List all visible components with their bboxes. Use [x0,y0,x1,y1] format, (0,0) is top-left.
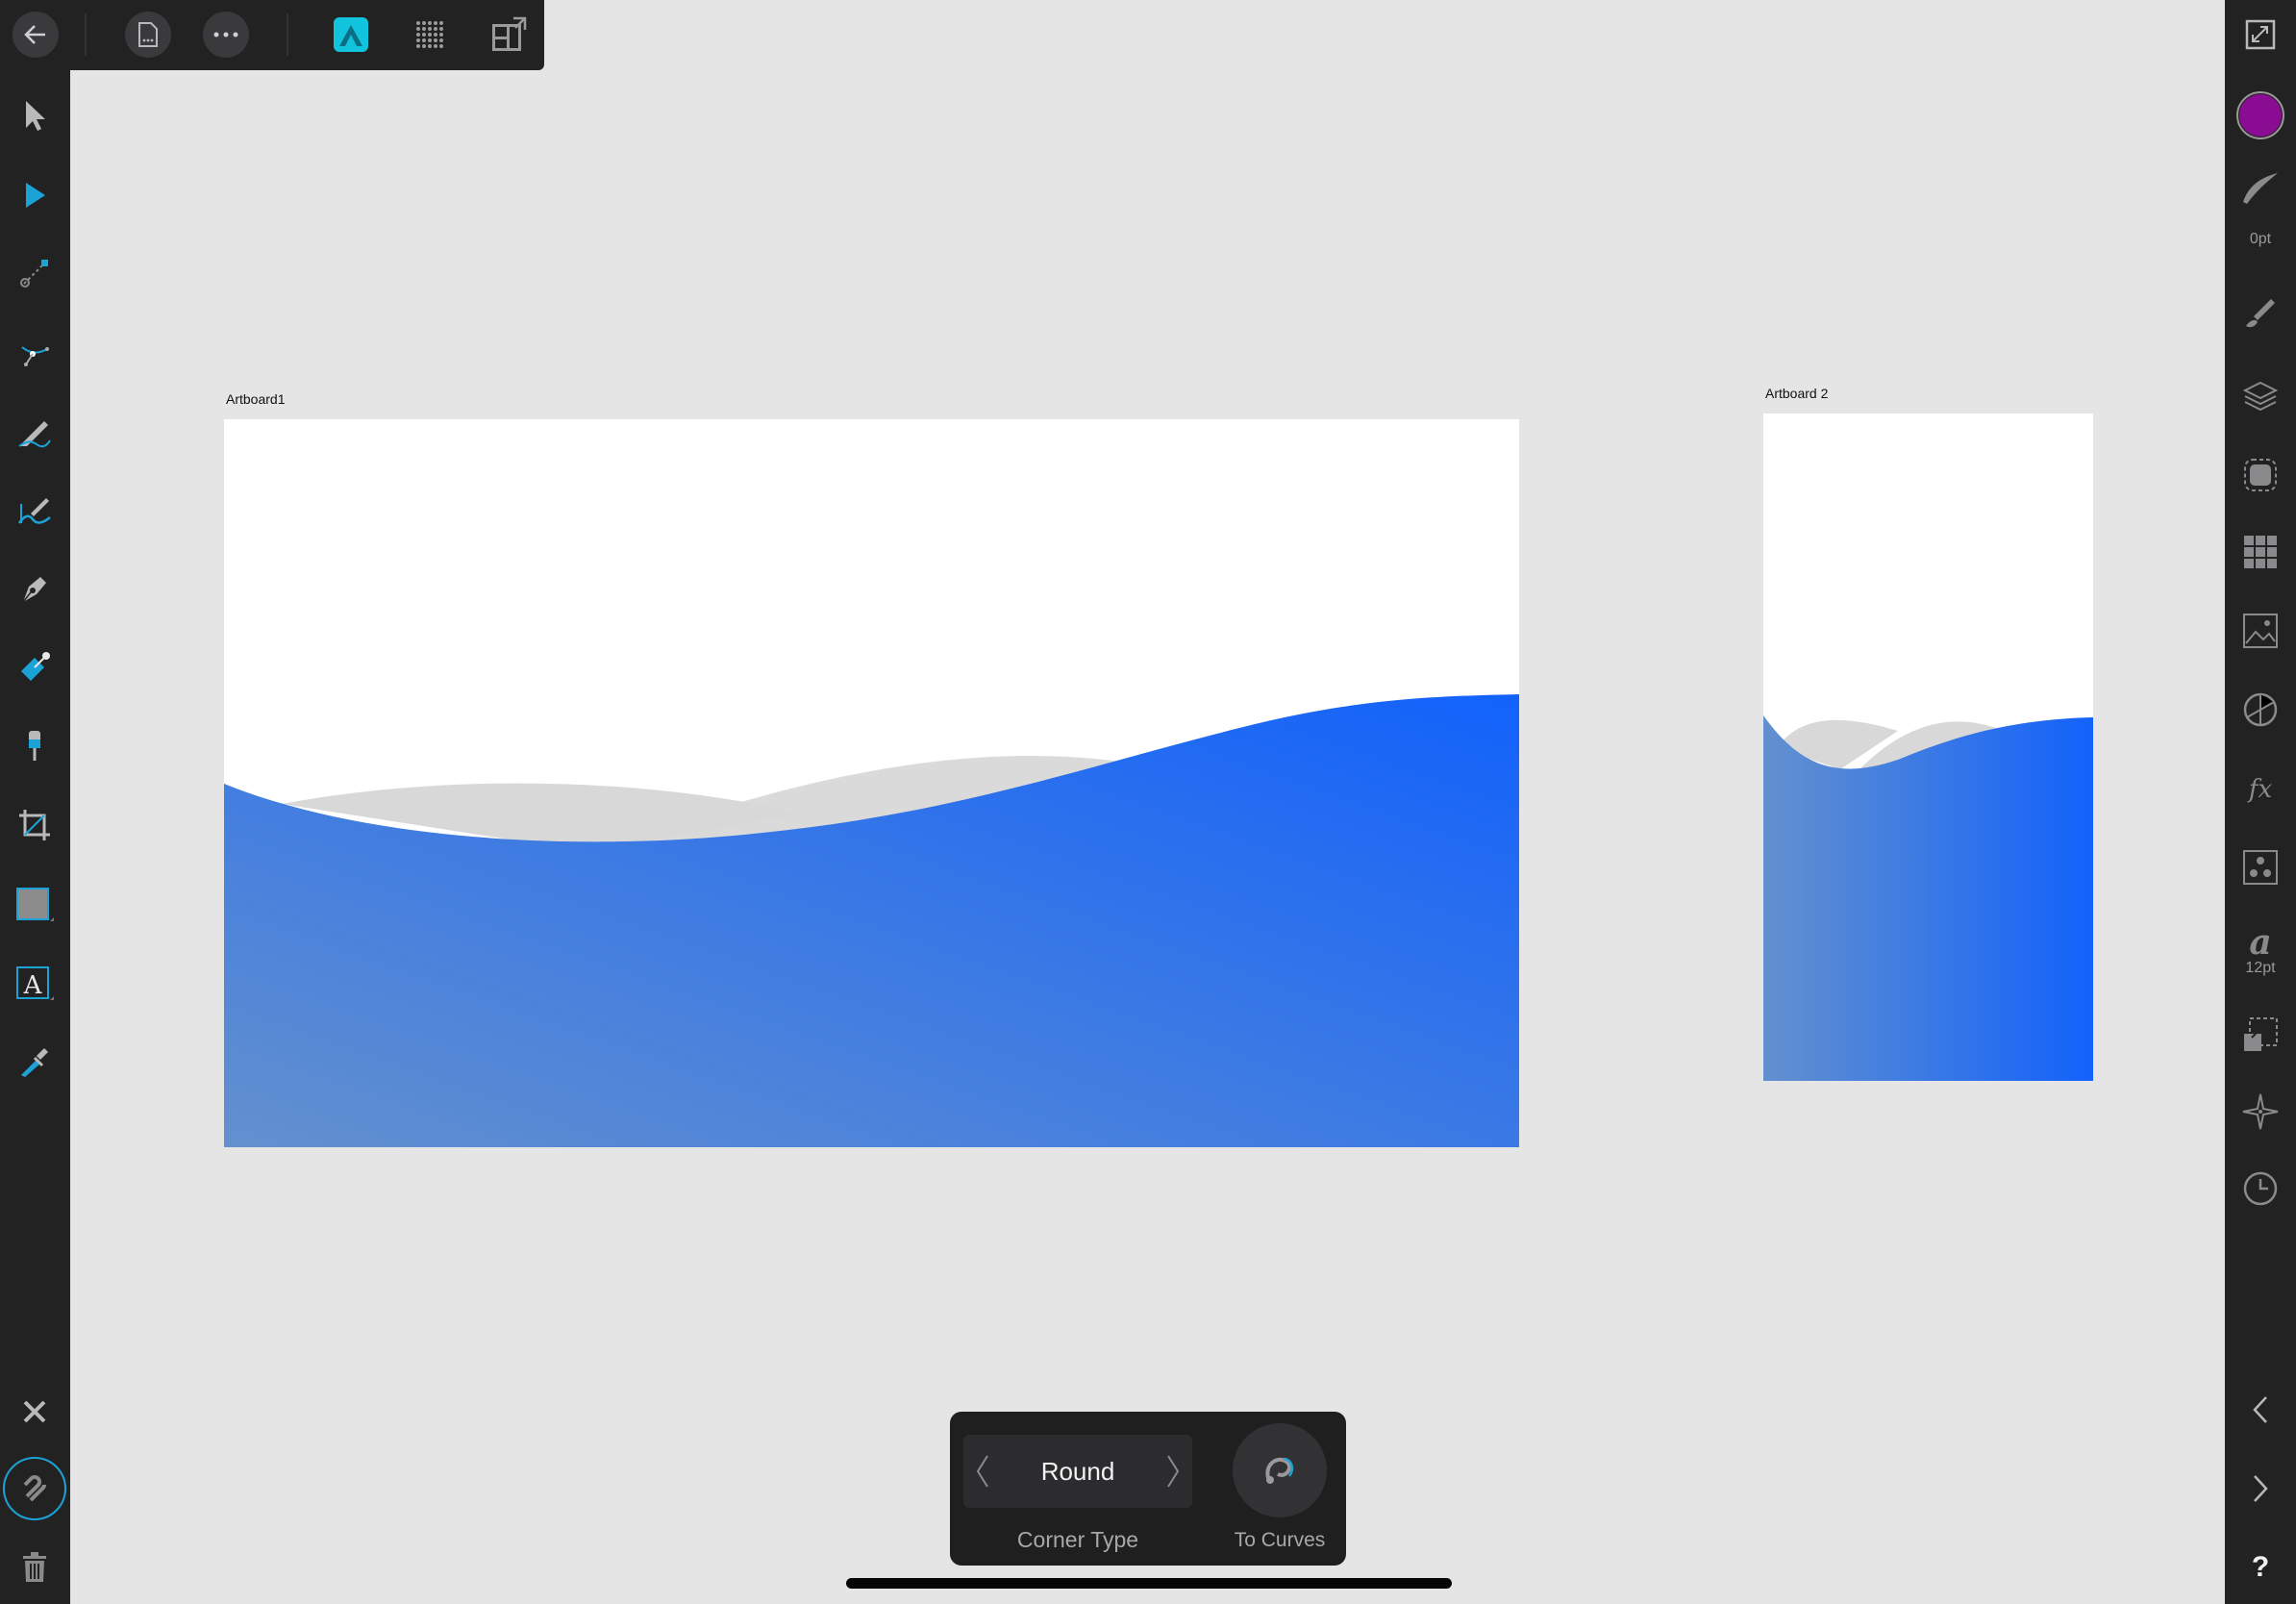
blue-wave[interactable] [224,694,1519,1147]
fill-color-swatch[interactable] [2236,91,2284,139]
navigator-icon[interactable] [2239,1090,2282,1133]
top-bar-separator [85,13,87,56]
corner-type-stepper: Round [963,1435,1192,1508]
export-persona-icon[interactable] [487,13,530,56]
assets-icon[interactable] [2239,846,2282,889]
expand-right-icon[interactable] [2239,1467,2282,1510]
history-icon[interactable] [2239,1167,2282,1210]
node-tool-icon[interactable] [13,174,56,216]
blue-wave[interactable] [1763,715,2093,1081]
move-tool-icon[interactable] [13,94,56,137]
text-style-icon[interactable]: a [2239,919,2282,962]
artboard-2-label: Artboard 2 [1765,386,1829,401]
point-transform-tool-icon[interactable] [13,252,56,294]
fx-icon[interactable]: fx [2239,767,2282,810]
snapping-magnet-icon[interactable] [3,1457,66,1520]
top-bar-separator [287,13,288,56]
right-studio-panel: 0pt fx a 12pt ? [2225,0,2296,1604]
fill-tool-icon[interactable] [13,646,56,689]
document-icon[interactable] [125,12,171,58]
home-indicator [846,1578,1452,1589]
more-icon[interactable] [203,12,249,58]
stroke-width-label: 0pt [2249,231,2272,247]
to-curves-icon [1265,1457,1294,1484]
corner-type-label: Corner Type [1016,1527,1139,1552]
transform-icon[interactable] [2239,689,2282,731]
svg-text:A: A [23,971,43,1000]
collapse-left-icon[interactable] [2239,1389,2282,1431]
pencil-tool-icon[interactable] [13,410,56,452]
color-picker-tool-icon[interactable] [13,1040,56,1083]
font-size-label: 12pt [2245,960,2276,976]
corner-type-value[interactable]: Round [1002,1435,1154,1508]
chevron-left-icon[interactable] [967,1448,998,1494]
artboard-tool-icon[interactable] [13,804,56,846]
back-arrow-icon[interactable] [12,12,59,58]
to-curves-button[interactable] [1233,1423,1327,1517]
swatches-icon[interactable] [2239,531,2282,573]
styles-icon[interactable] [2239,1014,2282,1056]
image-icon[interactable] [2239,610,2282,652]
brushes-icon[interactable] [2239,292,2282,335]
help-icon[interactable]: ? [2239,1546,2282,1589]
svg-text:a: a [2249,922,2271,960]
corner-tool-icon[interactable] [13,331,56,373]
vector-brush-tool-icon[interactable] [13,489,56,531]
to-curves-label: To Curves [1234,1529,1326,1551]
fullscreen-icon[interactable] [2239,13,2282,56]
transparency-tool-icon[interactable] [13,725,56,767]
pen-tool-icon[interactable] [13,567,56,610]
fill-color-dot [2239,94,2282,137]
chevron-right-icon[interactable] [1158,1448,1188,1494]
artboard-1-label: Artboard1 [226,391,286,407]
top-bar [12,0,544,70]
pixel-persona-icon[interactable] [409,13,451,56]
rectangle-tool-icon[interactable] [13,883,56,925]
context-toolbar: Round Corner Type To Curves [950,1412,1346,1566]
stroke-icon[interactable] [2239,165,2282,208]
trash-icon[interactable] [13,1546,56,1589]
left-toolbar: A [0,0,70,1604]
artboard-1[interactable] [224,419,1519,1147]
svg-text:fx: fx [2247,775,2273,804]
layers-icon[interactable] [2239,375,2282,417]
close-icon[interactable] [13,1391,56,1433]
designer-persona-icon[interactable] [330,13,372,56]
text-tool-icon[interactable]: A [13,962,56,1004]
appearance-icon[interactable] [2239,454,2282,496]
artboard-2[interactable] [1763,414,2093,1081]
